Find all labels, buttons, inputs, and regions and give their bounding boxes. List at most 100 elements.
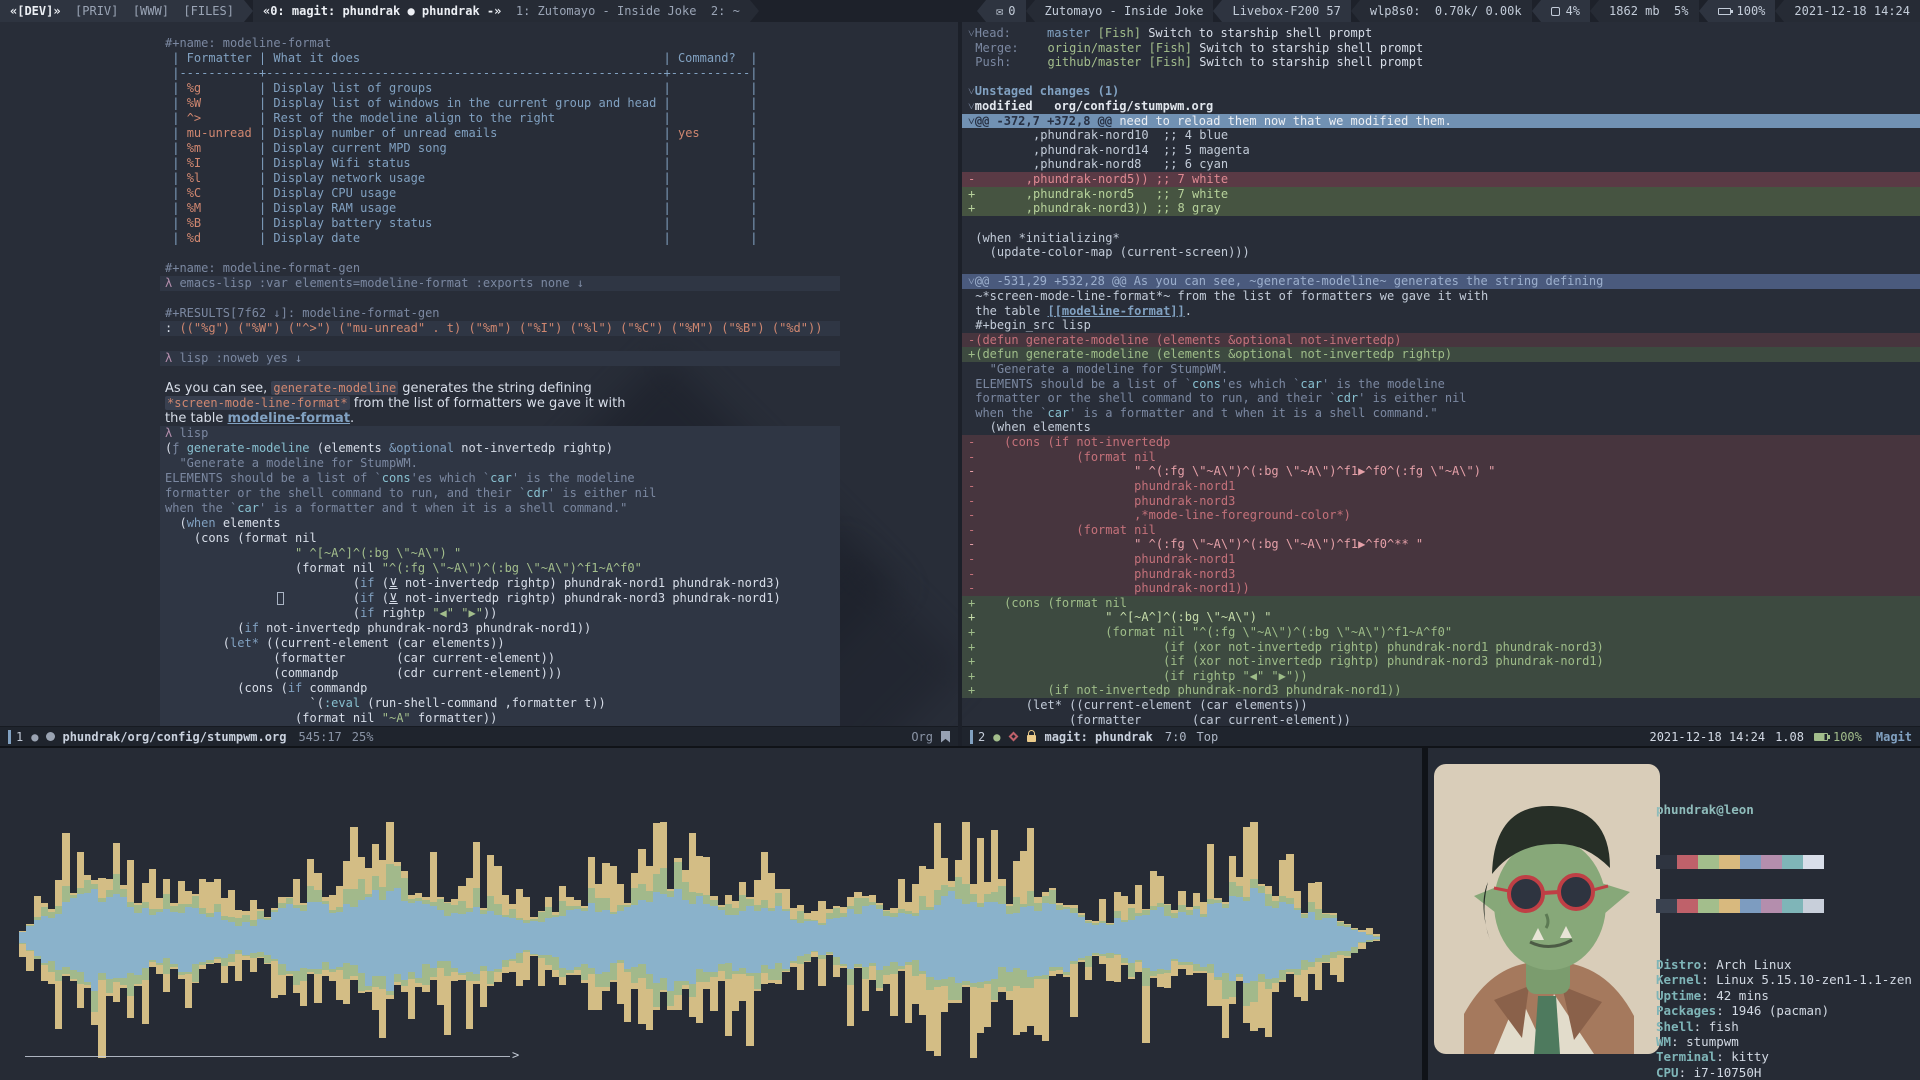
text-segment: "Generate a modeline for StumpWM. — [968, 362, 1229, 377]
buffer-name: magit: phundrak — [1044, 729, 1153, 744]
text-segment: "Generate a modeline for StumpWM. — [165, 456, 418, 470]
diff-line: - phundrak-nord1 — [962, 551, 1920, 567]
buffer-line: ˅Head: master [Fish] Switch to starship … — [962, 26, 1920, 41]
text-segment: when — [186, 516, 216, 530]
waveform-bar — [177, 912, 185, 973]
text-segment: | — [165, 156, 187, 170]
text-segment: | Display network usage | — [251, 171, 678, 185]
text-segment: | — [743, 96, 758, 110]
text-segment: #+name: modeline-format — [165, 36, 332, 50]
waveform-bar — [300, 911, 308, 968]
buffer-line: | %I | Display Wifi status | | — [0, 156, 958, 171]
fetch-info-line: Shell: fish — [1656, 1018, 1739, 1034]
shell-prompt[interactable]: ~ via v17.2.0 λ > — [1656, 1036, 1754, 1080]
fetch-terminal-window[interactable]: phundrak@leon Distro: Arch Linux Kernel: … — [1428, 748, 1920, 1080]
text-segment: | — [743, 186, 758, 200]
waveform-bar — [724, 914, 732, 963]
waveform-terminal-window[interactable]: > — [0, 748, 1422, 1080]
text-segment: | — [165, 231, 187, 245]
waveform-bar — [1286, 904, 1294, 969]
diff-line: + " ^[~A^]^(:bg \"~A\") " — [962, 610, 1920, 625]
waveform-bar — [1365, 934, 1373, 941]
buffer-line: the table [[modeline-format]]. — [962, 304, 1920, 319]
buffer-line: ,phundrak-nord10 ;; 4 blue — [962, 128, 1920, 143]
fetch-value: Arch Linux — [1716, 957, 1792, 972]
waveform-bar — [897, 912, 905, 967]
text-segment: ' is either nil — [1358, 391, 1467, 406]
palette-swatch — [1677, 855, 1698, 869]
waveform-bar — [163, 908, 171, 959]
group-list[interactable]: «[DEV]» [PRIV] [WWW] [FILES] — [0, 0, 244, 22]
diff-line: - ,*mode-line-foreground-color*) — [962, 508, 1920, 523]
text-segment: ' is either nil — [547, 486, 657, 500]
buffer-line: (when elements — [0, 516, 958, 531]
text-segment: | — [743, 156, 758, 170]
status-segment: 2021-12-18 14:24 — [1784, 0, 1920, 22]
waveform-bar — [220, 919, 228, 959]
text-segment: not-invertedp rightp) phundrak-nord1 phu… — [397, 576, 781, 590]
text-segment: | — [165, 81, 187, 95]
text-segment: %l — [186, 171, 252, 185]
text-segment: %g — [186, 81, 252, 95]
text-segment: the table — [165, 411, 228, 426]
waveform-bar — [544, 918, 552, 955]
palette-swatch — [1803, 855, 1824, 869]
waveform-bar — [76, 893, 84, 973]
waveform-bar — [91, 888, 99, 991]
waveform-bar — [912, 915, 920, 961]
waveform-bar — [357, 900, 365, 974]
diff-line: +(defun generate-modeline (elements &opt… — [962, 347, 1920, 363]
text-segment: + ,phundrak-nord3)) ;; 8 gray — [968, 201, 1221, 216]
text-segment: [Fish] — [1097, 26, 1141, 40]
magit-status-window[interactable]: ˅Head: master [Fish] Switch to starship … — [962, 22, 1920, 726]
text-segment: +(defun generate-modeline (elements &opt… — [968, 347, 1453, 362]
text-segment: %W — [186, 96, 252, 110]
text-segment: generate-modeline — [186, 441, 310, 455]
text-segment — [678, 171, 743, 185]
text-segment: lisp :noweb yes ↓ — [179, 351, 303, 365]
text-segment: λ — [165, 426, 180, 440]
buffer-line: (commandp (cdr current-element))) — [0, 666, 958, 681]
waveform-bar — [235, 925, 243, 951]
stumpwm-mode-line: «[DEV]» [PRIV] [WWW] [FILES] «0: magit: p… — [0, 0, 1920, 22]
diff-line: -(defun generate-modeline (elements &opt… — [962, 332, 1920, 348]
waveform-bar — [1120, 921, 1128, 959]
text-segment: yes — [677, 126, 744, 140]
waveform-bar — [444, 915, 452, 962]
palette-swatch — [1761, 899, 1782, 913]
buffer-line: (if rightp "◀" "▶")) — [0, 606, 958, 621]
org-buffer-window[interactable]: #+name: modeline-format | Formatter | Wh… — [0, 22, 958, 726]
palette-swatch — [1782, 899, 1803, 913]
diff-line: + ,phundrak-nord3)) ;; 8 gray — [962, 201, 1920, 216]
text-segment: ˅ — [968, 26, 975, 40]
text-segment: ' is the modeline — [1322, 376, 1445, 391]
buffer-line: (cons (if commandp — [0, 681, 958, 696]
palette-swatch — [1782, 855, 1803, 869]
status-segment: Zutomayo - Inside Joke — [1034, 0, 1214, 22]
text-segment: ( — [165, 516, 187, 530]
waveform-bar — [609, 914, 617, 963]
buffer-line: ~*screen-mode-line-format*~ from the lis… — [962, 289, 1920, 304]
palette-swatch — [1698, 855, 1719, 869]
window-list[interactable]: «0: magit: phundrak ● phundrak -» 1: Zut… — [252, 0, 750, 22]
text-segment: | — [165, 171, 187, 185]
text-segment: %B — [186, 216, 252, 230]
waveform-bar — [98, 902, 106, 973]
waveform-bar — [508, 918, 516, 960]
cursor-position: 7:0 — [1164, 729, 1187, 744]
waveform-bar — [984, 901, 992, 982]
status-text: wlp8s0: 0.70k/ 0.00k — [1369, 4, 1522, 18]
battery-icon — [1813, 732, 1830, 741]
text-segment: | — [165, 96, 187, 110]
text-segment: ,phundrak-nord10 ;; 4 blue — [968, 128, 1229, 143]
fetch-value: Linux 5.15.10-zen1-1.1-zen — [1716, 972, 1912, 988]
waveform-bar — [566, 910, 574, 971]
text-segment: | Display RAM usage | — [251, 201, 678, 215]
diff-line: - phundrak-nord1 — [962, 478, 1920, 494]
text-segment: Switch to starship shell prompt — [1192, 40, 1424, 55]
status-segment: wlp8s0: 0.70k/ 0.00k — [1359, 0, 1532, 22]
text-segment: )) — [482, 606, 498, 620]
text-segment: ( — [165, 576, 361, 590]
text-segment: " ^[~A^]^(:bg \"~A\") " — [295, 546, 462, 560]
text-segment: elements — [215, 516, 281, 530]
